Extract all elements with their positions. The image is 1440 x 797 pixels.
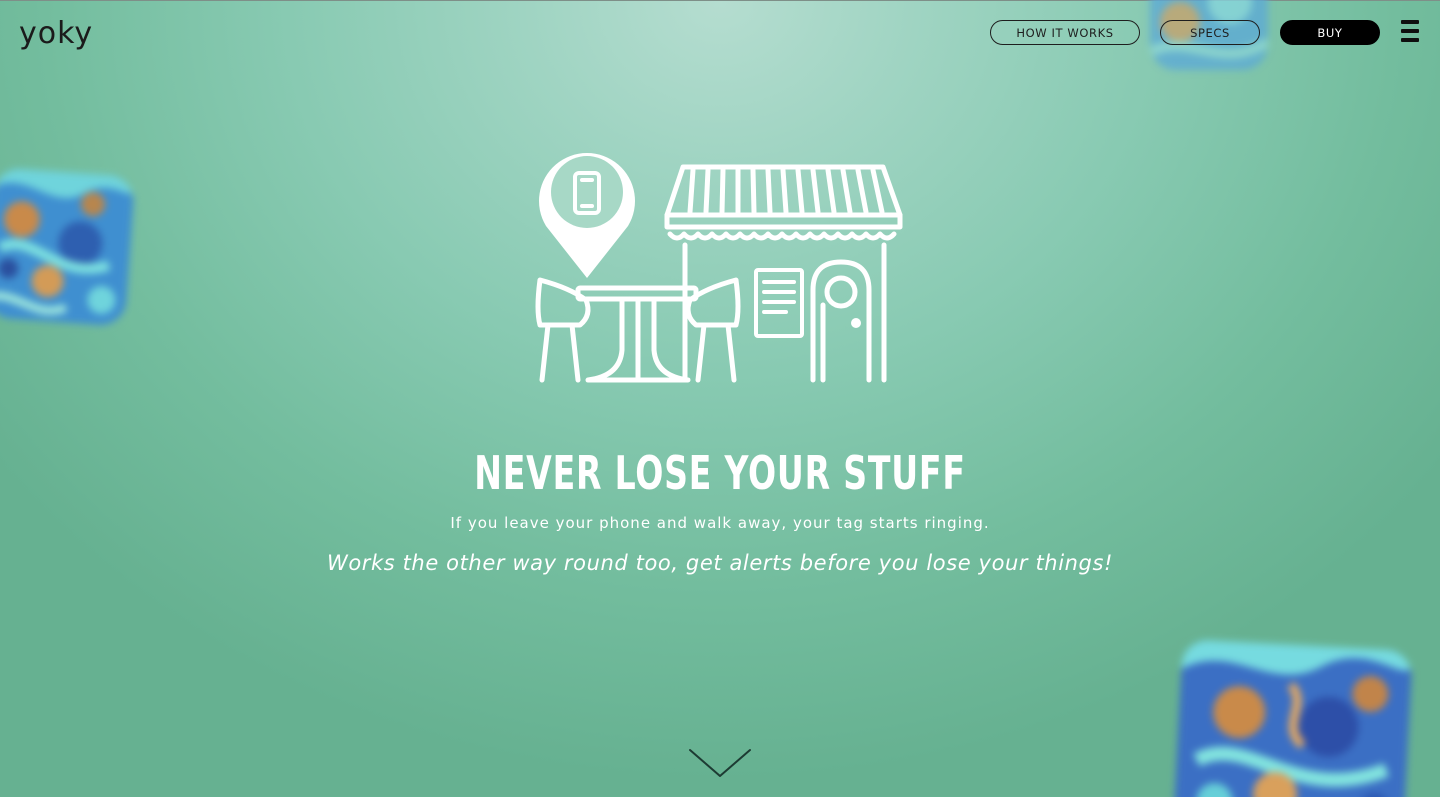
decorative-tag-image [1173,639,1413,797]
page: { "header": { "logo_text": "yoky", "nav"… [0,0,1440,797]
logo-text: yoky [19,16,94,51]
cafe-table-icon [575,285,699,383]
chair-icon [535,277,591,383]
specs-button[interactable]: SPECS [1160,20,1260,45]
chair-icon [685,277,741,383]
menu-board-icon [754,268,804,338]
door-icon [810,259,872,383]
cafe-illustration [535,153,903,383]
chevron-down-icon[interactable] [688,748,752,780]
decorative-tag-image [0,167,136,327]
specs-label: SPECS [1190,25,1230,40]
brand-logo[interactable]: yoky [19,14,103,54]
how-it-works-label: HOW IT WORKS [1016,25,1114,40]
buy-label: BUY [1317,25,1343,40]
how-it-works-button[interactable]: HOW IT WORKS [990,20,1140,45]
hero-headline: NEVER LOSE YOUR STUFF [474,446,966,500]
hero-tagline: Works the other way round too, get alert… [326,551,1114,575]
buy-button[interactable]: BUY [1280,20,1380,45]
hero-description: If you leave your phone and walk away, y… [450,514,990,532]
hamburger-menu-icon[interactable] [1401,20,1419,42]
